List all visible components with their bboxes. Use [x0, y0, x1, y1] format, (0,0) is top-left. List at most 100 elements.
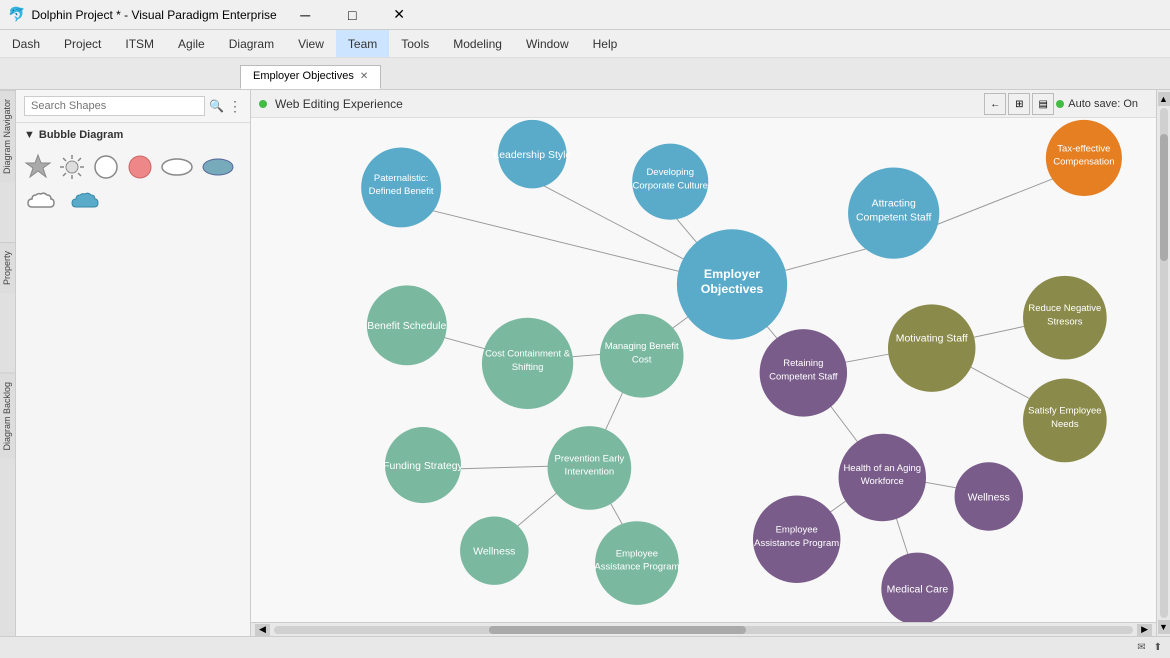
status-icons: ✉ ⬆ [1137, 642, 1162, 653]
svg-text:Compensation: Compensation [1053, 157, 1114, 168]
svg-text:Assistance Program: Assistance Program [594, 562, 679, 573]
svg-text:Attracting: Attracting [872, 198, 916, 209]
svg-text:Cost Containment &: Cost Containment & [485, 349, 571, 360]
shapes-grid-row1 [24, 149, 242, 185]
diagram-title: Web Editing Experience [275, 97, 403, 111]
scroll-down-btn[interactable]: ▼ [1158, 620, 1170, 634]
svg-text:Funding Strategy: Funding Strategy [383, 461, 463, 472]
shape-cloud-filled[interactable] [68, 189, 106, 215]
svg-text:Developing: Developing [646, 167, 694, 178]
minimize-button[interactable]: ─ [283, 1, 328, 29]
search-bar: 🔍 ⋮ [16, 90, 250, 123]
svg-text:Stresors: Stresors [1047, 316, 1083, 327]
svg-text:Benefit Schedule: Benefit Schedule [367, 321, 446, 332]
svg-text:Assistance Program: Assistance Program [754, 538, 839, 549]
shape-ellipse-filled[interactable] [201, 153, 236, 181]
tab-employer-objectives[interactable]: Employer Objectives ✕ [240, 65, 381, 89]
vscroll-thumb[interactable] [1160, 134, 1168, 262]
title-text: Dolphin Project * - Visual Paradigm Ente… [31, 8, 276, 22]
svg-text:Wellness: Wellness [473, 546, 515, 557]
svg-text:Satisfy Employee: Satisfy Employee [1028, 406, 1101, 417]
autosave-indicator: Auto save: On [1056, 98, 1138, 110]
scrollbar-track[interactable] [274, 626, 1133, 634]
menu-item-agile[interactable]: Agile [166, 30, 217, 57]
scroll-left-btn[interactable]: ◀ [255, 624, 270, 636]
svg-text:Employer: Employer [704, 267, 761, 281]
svg-text:Needs: Needs [1051, 419, 1079, 430]
menu-item-help[interactable]: Help [581, 30, 630, 57]
upload-icon[interactable]: ⬆ [1154, 642, 1162, 653]
diagram-navigator-tab[interactable]: Diagram Navigator [0, 90, 15, 182]
shape-star[interactable] [24, 153, 52, 181]
toolbar-panel-button[interactable]: ▤ [1032, 93, 1054, 115]
close-button[interactable]: ✕ [377, 1, 422, 29]
tabbar: Employer Objectives ✕ [0, 58, 1170, 90]
svg-text:Retaining: Retaining [783, 358, 823, 369]
menubar: DashProjectITSMAgileDiagramViewTeamTools… [0, 30, 1170, 58]
svg-text:Leadership Style: Leadership Style [493, 150, 571, 161]
tab-close-icon[interactable]: ✕ [360, 71, 368, 82]
svg-text:Prevention Early: Prevention Early [555, 453, 625, 464]
menu-item-dash[interactable]: Dash [0, 30, 52, 57]
scroll-up-btn[interactable]: ▲ [1158, 92, 1170, 106]
svg-text:Competent Staff: Competent Staff [856, 213, 931, 224]
shapes-section: ▼ Bubble Diagram [16, 123, 250, 225]
window-controls: ─ □ ✕ [283, 1, 422, 29]
canvas-toolbar: Web Editing Experience ← ⊞ ▤ Auto save: … [251, 90, 1156, 118]
svg-text:Intervention: Intervention [565, 467, 615, 478]
toolbar-back-button[interactable]: ← [984, 93, 1006, 115]
maximize-button[interactable]: □ [330, 1, 375, 29]
svg-text:Paternalistic:: Paternalistic: [374, 173, 428, 184]
scroll-right-btn[interactable]: ▶ [1137, 624, 1152, 636]
svg-text:Wellness: Wellness [968, 492, 1010, 503]
scrollbar-thumb[interactable] [489, 626, 747, 634]
vertical-scrollbar[interactable]: ▲ ▼ [1156, 90, 1170, 636]
shape-cloud[interactable] [24, 189, 62, 215]
node-motivating[interactable] [888, 304, 975, 391]
diagram-canvas[interactable]: Employer Objectives Leadership Style Pat… [251, 118, 1156, 622]
more-options-icon[interactable]: ⋮ [228, 98, 242, 115]
diagram-status-indicator [259, 100, 267, 108]
svg-text:Workforce: Workforce [861, 476, 904, 487]
autosave-dot [1056, 100, 1064, 108]
shape-circle[interactable] [92, 153, 120, 181]
email-icon[interactable]: ✉ [1137, 642, 1145, 653]
menu-item-diagram[interactable]: Diagram [217, 30, 286, 57]
svg-text:Motivating Staff: Motivating Staff [896, 333, 968, 344]
main-area: Diagram Navigator Property Diagram Backl… [0, 90, 1170, 636]
shape-circle-filled[interactable] [126, 153, 154, 181]
property-tab[interactable]: Property [0, 242, 15, 293]
svg-text:Employee: Employee [616, 548, 658, 559]
diagram-backlog-tab[interactable]: Diagram Backlog [0, 373, 15, 459]
menu-item-project[interactable]: Project [52, 30, 113, 57]
titlebar: 🐬 Dolphin Project * - Visual Paradigm En… [0, 0, 1170, 30]
section-toggle-icon: ▼ [24, 129, 35, 141]
shapes-grid-row2 [24, 185, 242, 219]
svg-text:Competent Staff: Competent Staff [769, 372, 838, 383]
canvas-area: Web Editing Experience ← ⊞ ▤ Auto save: … [251, 90, 1156, 636]
statusbar: ✉ ⬆ [0, 636, 1170, 658]
horizontal-scrollbar[interactable]: ◀ ▶ [251, 622, 1156, 636]
top-right-toolbar: ← ⊞ ▤ Auto save: On [982, 90, 1140, 118]
tab-label: Employer Objectives [253, 70, 354, 82]
svg-text:Employee: Employee [776, 525, 818, 536]
section-header[interactable]: ▼ Bubble Diagram [24, 129, 242, 141]
menu-item-modeling[interactable]: Modeling [441, 30, 514, 57]
left-panel: 🔍 ⋮ ▼ Bubble Diagram [16, 90, 251, 636]
shape-ellipse-h[interactable] [160, 153, 195, 181]
svg-text:Objectives: Objectives [701, 282, 764, 296]
shape-sun[interactable] [58, 153, 86, 181]
svg-text:Cost: Cost [632, 354, 652, 365]
menu-item-team[interactable]: Team [336, 30, 389, 57]
vscroll-track[interactable] [1160, 108, 1168, 618]
svg-text:Medical Care: Medical Care [887, 585, 949, 596]
toolbar-grid-button[interactable]: ⊞ [1008, 93, 1030, 115]
menu-item-view[interactable]: View [286, 30, 336, 57]
svg-text:Shifting: Shifting [512, 362, 544, 373]
search-input[interactable] [24, 96, 205, 116]
menu-item-tools[interactable]: Tools [389, 30, 441, 57]
menu-item-window[interactable]: Window [514, 30, 581, 57]
svg-text:Defined Benefit: Defined Benefit [369, 186, 434, 197]
search-icon: 🔍 [209, 99, 224, 113]
menu-item-itsm[interactable]: ITSM [113, 30, 166, 57]
